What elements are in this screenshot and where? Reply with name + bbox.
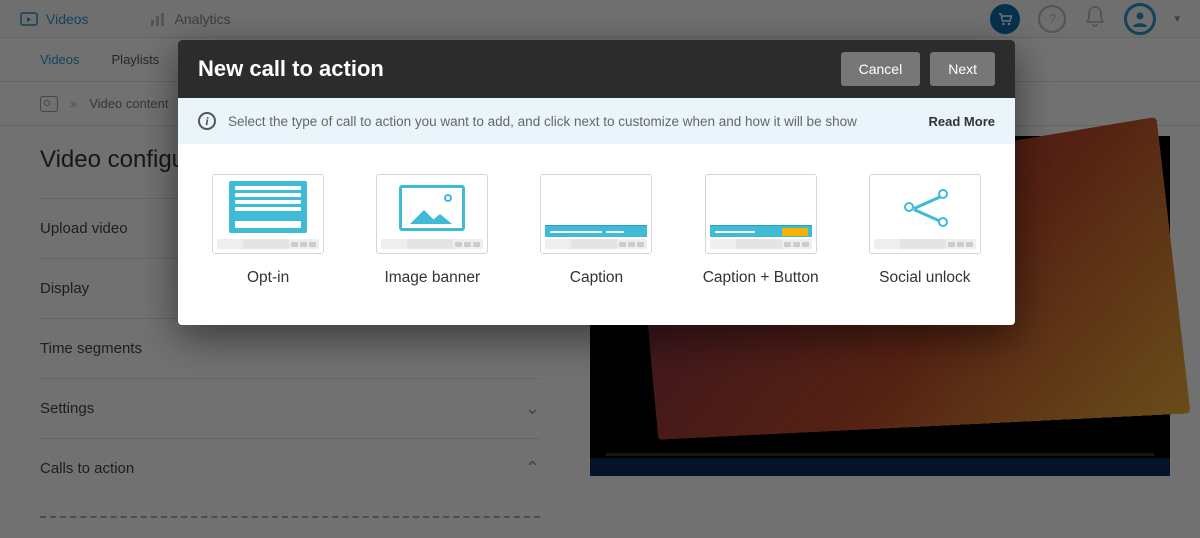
- option-opt-in[interactable]: Opt-in: [193, 174, 343, 289]
- option-label: Social unlock: [850, 268, 1000, 289]
- cta-modal: × New call to action Cancel Next i Selec…: [178, 40, 1015, 325]
- modal-header: New call to action Cancel Next: [178, 40, 1015, 98]
- read-more-link[interactable]: Read More: [929, 114, 995, 129]
- info-text: Select the type of call to action you wa…: [228, 114, 857, 129]
- modal-title: New call to action: [198, 56, 384, 82]
- option-caption[interactable]: Caption: [521, 174, 671, 289]
- option-social-unlock[interactable]: Social unlock: [850, 174, 1000, 289]
- share-icon: [904, 189, 948, 227]
- option-thumb: [212, 174, 324, 254]
- option-thumb: [869, 174, 981, 254]
- cta-options: Opt-in Image banner Caption Caption + Bu…: [178, 144, 1015, 325]
- option-label: Caption + Button: [686, 268, 836, 289]
- option-label: Opt-in: [193, 268, 343, 289]
- option-label: Caption: [521, 268, 671, 289]
- option-thumb: [376, 174, 488, 254]
- next-button[interactable]: Next: [930, 52, 995, 86]
- cancel-button[interactable]: Cancel: [841, 52, 921, 86]
- modal-header-buttons: Cancel Next: [841, 52, 995, 86]
- option-thumb: [705, 174, 817, 254]
- info-bar: i Select the type of call to action you …: [178, 98, 1015, 144]
- option-label: Image banner: [357, 268, 507, 289]
- info-icon: i: [198, 112, 216, 130]
- option-image-banner[interactable]: Image banner: [357, 174, 507, 289]
- option-thumb: [540, 174, 652, 254]
- option-caption-button[interactable]: Caption + Button: [686, 174, 836, 289]
